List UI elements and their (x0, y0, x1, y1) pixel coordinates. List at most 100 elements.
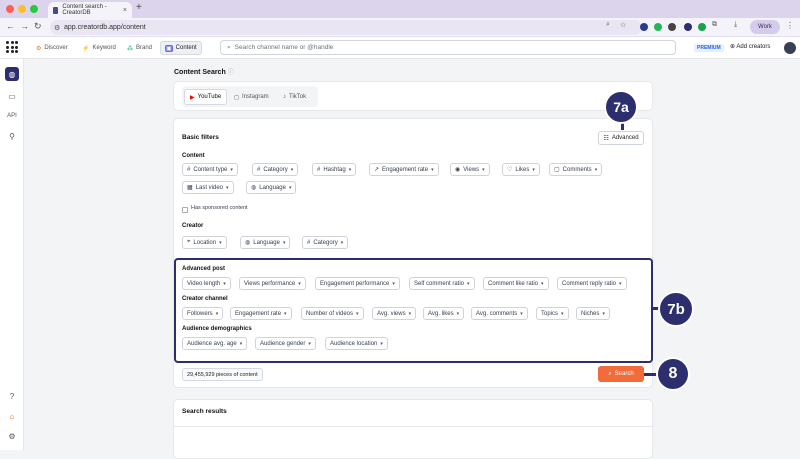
site-info-icon[interactable]: ⚙ (54, 24, 60, 32)
extension-1-icon[interactable] (640, 23, 648, 31)
browser-toolbar: ← → ↻ ⚙ app.creatordb.app/content ⌕ ☆ ⧉ … (0, 18, 800, 37)
hash-icon: # (187, 166, 191, 173)
filter-views[interactable]: ◉ Views ▾ (450, 163, 490, 176)
extension-5-icon[interactable] (698, 23, 706, 31)
filter-category[interactable]: # Category ▾ (252, 163, 299, 176)
search-icon: ⌕ (608, 370, 612, 377)
close-tab-icon[interactable]: × (123, 7, 127, 14)
advanced-label: Advanced (611, 135, 639, 141)
basic-filters-title: Basic filters (182, 134, 219, 141)
browser-tab[interactable]: Content search - CreatorDB × (48, 2, 132, 18)
sponsored-checkbox[interactable] (182, 207, 188, 213)
sponsored-label: Has sponsored content (191, 205, 248, 211)
filter-creator-language[interactable]: ◍ Language ▾ (240, 236, 291, 249)
sidebar-folder-icon[interactable]: ▭ (5, 89, 19, 103)
info-icon[interactable]: ⓘ (228, 70, 234, 76)
hash-icon: # (307, 239, 311, 246)
search-button[interactable]: ⌕ Search (598, 366, 644, 382)
chevron-down-icon: ▾ (431, 166, 434, 173)
filter-creator-category[interactable]: # Category ▾ (302, 236, 349, 249)
browser-menu-icon[interactable]: ⋮ (786, 21, 794, 30)
platform-instagram[interactable]: ◻ Instagram (229, 89, 274, 105)
reload-icon[interactable]: ↻ (34, 21, 42, 32)
notification-icon[interactable]: ⌂ (5, 409, 19, 423)
platform-youtube[interactable]: ▶ YouTube (184, 89, 228, 105)
help-icon[interactable]: ? (5, 389, 19, 403)
chevron-down-icon: ▾ (226, 184, 229, 191)
globe-icon: ◍ (251, 185, 257, 191)
annotation-badge-8: 8 (656, 357, 690, 391)
close-window-dot[interactable] (6, 5, 14, 13)
user-avatar[interactable] (784, 42, 796, 54)
channel-search-input[interactable]: ⌕ Search channel name or @handle (220, 40, 676, 55)
filter-comments[interactable]: ▢ Comments ▾ (549, 163, 603, 176)
profile-chip[interactable]: Work (750, 20, 780, 34)
filter-content-type[interactable]: # Content type ▾ (182, 163, 238, 176)
chevron-down-icon: ▾ (348, 166, 352, 173)
sidebar-user-search-icon[interactable]: ⚲ (5, 129, 19, 143)
filter-last-video[interactable]: ▦ Last video ▾ (182, 181, 234, 194)
calendar-icon: ▦ (187, 185, 193, 191)
platform-label: TikTok (289, 94, 307, 100)
add-creators-button[interactable]: ⊕ Add creators (730, 43, 770, 50)
minimize-window-dot[interactable] (18, 5, 26, 13)
address-bar[interactable]: ⚙ app.creatordb.app/content (50, 20, 642, 35)
nav-tab-label: Brand (136, 45, 153, 51)
filter-hashtag[interactable]: # Hashtag ▾ (312, 163, 357, 176)
chevron-down-icon: ▾ (482, 166, 485, 173)
download-icon[interactable]: ⤓ (734, 21, 737, 29)
bookmark-star-icon[interactable]: ☆ (620, 21, 626, 29)
tab-title: Content search - CreatorDB (62, 4, 107, 16)
forward-icon[interactable]: → (20, 21, 29, 31)
filter-engagement-rate[interactable]: ↗ Engagement rate ▾ (369, 163, 439, 176)
advanced-filters-highlight (174, 258, 653, 363)
extensions-puzzle-icon[interactable]: ⧉ (712, 21, 717, 29)
platform-card: ▶ YouTube ◻ Instagram ♪ TikTok (173, 81, 653, 111)
nav-tab-content[interactable]: ▣ Content (160, 41, 202, 55)
chart-icon: ↗ (374, 167, 380, 173)
new-tab-icon[interactable]: + (136, 2, 142, 13)
extension-2-icon[interactable] (654, 23, 662, 31)
back-icon[interactable]: ← (6, 21, 15, 31)
nav-tab-label: Discover (44, 45, 68, 51)
add-icon: ⊕ (730, 44, 736, 50)
settings-gear-icon[interactable]: ⚙ (5, 429, 19, 443)
maximize-window-dot[interactable] (30, 5, 38, 13)
hash-icon: # (317, 166, 321, 173)
app-logo-icon[interactable] (6, 41, 18, 53)
nav-tab-label: Content (175, 45, 197, 51)
chevron-down-icon: ▾ (594, 166, 598, 173)
chevron-down-icon: ▾ (282, 239, 286, 246)
eye-icon: ◉ (455, 167, 461, 173)
results-count: 29,455,929 pieces of content (182, 368, 263, 381)
add-creators-label: Add creators (736, 44, 771, 50)
extension-4-icon[interactable] (684, 23, 692, 31)
instagram-icon: ◻ (234, 94, 239, 101)
extension-3-icon[interactable] (668, 23, 676, 31)
zoom-icon[interactable]: ⌕ (606, 21, 610, 29)
chevron-down-icon: ▾ (340, 239, 344, 246)
sidebar-globe-icon[interactable]: ◍ (5, 67, 19, 81)
platform-tiktok[interactable]: ♪ TikTok (278, 89, 311, 105)
platform-label: YouTube (197, 94, 222, 100)
platform-label: Instagram (241, 94, 269, 100)
search-results-title: Search results (182, 408, 227, 415)
advanced-button[interactable]: ☷ Advanced (598, 131, 644, 145)
app-header: ⚙ Discover ⚡ Keyword ⁂ Brand ▣ Content ⌕… (0, 37, 800, 59)
filter-likes[interactable]: ♡ Likes ▾ (502, 163, 540, 176)
chevron-down-icon: ▾ (219, 239, 222, 246)
chevron-down-icon: ▾ (230, 166, 233, 173)
profile-label: Work (758, 24, 772, 30)
nav-tab-discover[interactable]: ⚙ Discover (32, 41, 72, 55)
discover-icon: ⚙ (36, 45, 42, 52)
youtube-icon: ▶ (190, 94, 195, 101)
filter-location[interactable]: ⌖ Location ▾ (182, 236, 227, 249)
heart-icon: ♡ (507, 167, 513, 173)
sliders-icon: ☷ (603, 135, 609, 142)
sidebar-api-link[interactable]: API (5, 109, 19, 123)
nav-tab-brand[interactable]: ⁂ Brand (123, 41, 156, 55)
search-icon: ⌕ (227, 43, 231, 51)
search-results-card: Search results (173, 399, 653, 459)
nav-tab-keyword[interactable]: ⚡ Keyword (78, 41, 120, 55)
filter-language[interactable]: ◍ Language ▾ (246, 181, 297, 194)
